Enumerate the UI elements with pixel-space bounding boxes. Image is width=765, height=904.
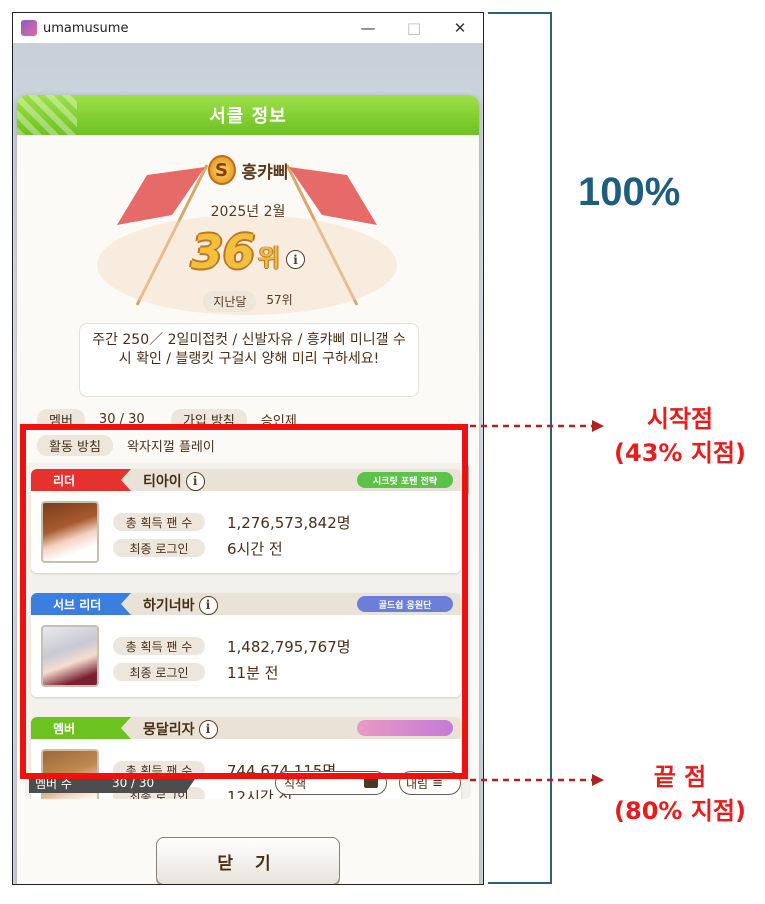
start-point-annotation: 시작점 (43% 지점) (598, 402, 762, 470)
close-button[interactable]: 닫 기 (156, 837, 340, 884)
highlight-box (20, 424, 468, 779)
filter-icon (364, 778, 378, 788)
window-title: umamusume (43, 20, 129, 36)
end-point-subtitle: (80% 지점) (614, 797, 746, 825)
end-point-title: 끝 점 (653, 763, 707, 791)
club-name: 흥캬삐 (241, 162, 289, 183)
panel-title: 서클 정보 (209, 106, 287, 127)
app-icon (21, 20, 37, 36)
rank-suffix: 위 (257, 244, 281, 272)
rank-info-icon[interactable]: i (286, 250, 306, 269)
close-window-button[interactable]: ✕ (437, 19, 483, 37)
last-month-value: 57위 (266, 293, 293, 307)
start-point-subtitle: (43% 지점) (614, 439, 746, 467)
club-description: 주간 250／ 2일미접컷 / 신발자유 / 흥캬삐 미니갤 수시 확인 / 블… (79, 323, 419, 397)
club-rank-s-badge-icon: S (207, 155, 236, 185)
rank-row: 36 위 i (17, 225, 479, 279)
header-stripe-decoration (17, 95, 77, 135)
panel-header: 서클 정보 (17, 95, 479, 135)
window-titlebar: umamusume — □ ✕ (13, 13, 483, 43)
maximize-button[interactable]: □ (391, 19, 437, 37)
last-month-rank: 지난달 57위 (17, 291, 479, 312)
end-point-annotation: 끝 점 (80% 지점) (598, 760, 762, 828)
rank-number: 36 (190, 225, 255, 279)
full-height-label: 100% (578, 170, 681, 214)
full-height-bracket (488, 12, 552, 884)
club-name-row: S 흥캬삐 (17, 155, 479, 185)
start-point-title: 시작점 (646, 405, 714, 433)
last-month-label: 지난달 (203, 291, 257, 312)
minimize-button[interactable]: — (345, 19, 391, 37)
ranking-period: 2025년 2월 (210, 204, 286, 220)
